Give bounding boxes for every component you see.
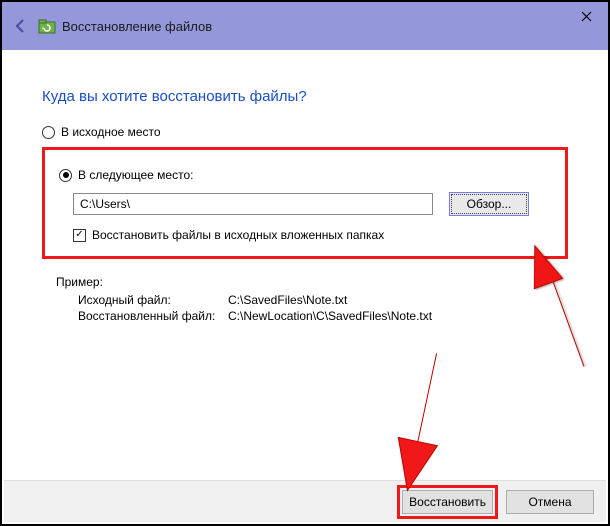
- close-button[interactable]: [564, 2, 608, 30]
- radio-icon: [42, 126, 55, 139]
- titlebar: Восстановление файлов: [2, 2, 608, 50]
- window-title: Восстановление файлов: [62, 19, 212, 34]
- page-heading: Куда вы хотите восстановить файлы?: [42, 88, 568, 105]
- path-row: Обзор...: [73, 192, 551, 216]
- content-area: Куда вы хотите восстановить файлы? В исх…: [2, 50, 608, 323]
- restore-button[interactable]: Восстановить: [402, 490, 493, 514]
- checkbox-label: Восстановить файлы в исходных вложенных …: [92, 228, 384, 242]
- checkbox-icon: ✓: [73, 229, 86, 242]
- back-arrow-icon: [13, 18, 29, 34]
- example-source-label: Исходный файл:: [78, 293, 228, 307]
- example-section: Пример: Исходный файл: C:\SavedFiles\Not…: [56, 275, 568, 323]
- restore-icon: [38, 17, 56, 35]
- radio-original-label: В исходное место: [61, 125, 161, 139]
- path-input[interactable]: [73, 193, 433, 215]
- example-restored-label: Восстановленный файл:: [78, 309, 228, 323]
- radio-original-location[interactable]: В исходное место: [42, 125, 568, 139]
- cancel-button[interactable]: Отмена: [506, 490, 594, 514]
- browse-button[interactable]: Обзор...: [449, 192, 529, 216]
- example-restored-value: C:\NewLocation\C\SavedFiles\Note.txt: [228, 309, 568, 323]
- restore-subfolders-checkbox[interactable]: ✓ Восстановить файлы в исходных вложенны…: [73, 228, 551, 242]
- radio-following-location[interactable]: В следующее место:: [59, 168, 551, 182]
- radio-following-label: В следующее место:: [78, 168, 193, 182]
- restore-highlight: Восстановить: [397, 485, 498, 519]
- close-icon: [581, 11, 592, 22]
- example-title: Пример:: [56, 275, 568, 289]
- back-button[interactable]: [10, 15, 32, 37]
- example-source-value: C:\SavedFiles\Note.txt: [228, 293, 568, 307]
- following-location-group: В следующее место: Обзор... ✓ Восстанови…: [42, 147, 568, 259]
- dialog-footer: Восстановить Отмена: [4, 480, 606, 522]
- radio-icon: [59, 169, 72, 182]
